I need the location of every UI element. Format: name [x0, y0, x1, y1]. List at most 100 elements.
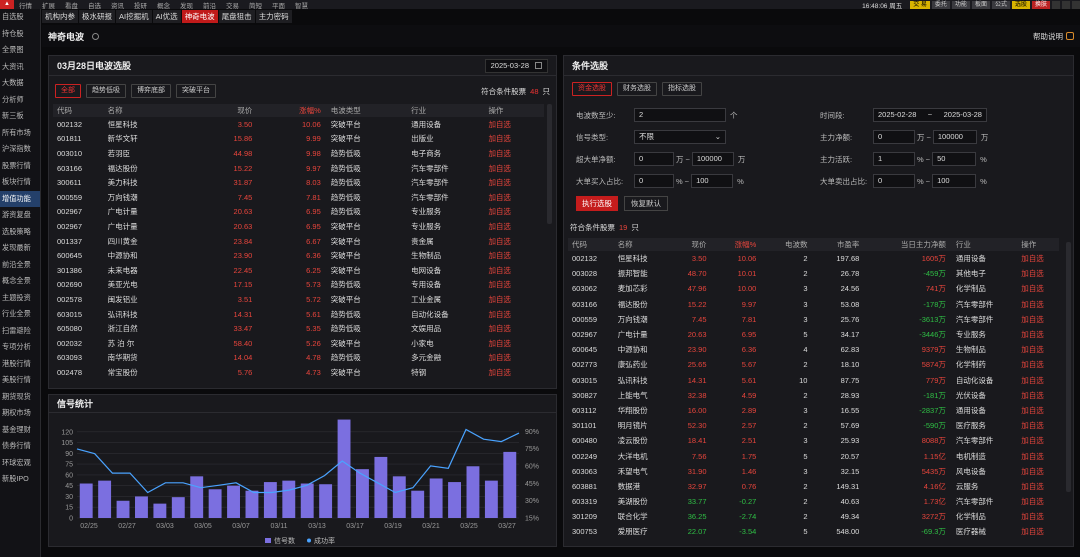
execute-button[interactable]: 执行选股: [576, 196, 618, 211]
add-watchlist-link[interactable]: 加自选: [1017, 479, 1059, 494]
tab-item[interactable]: AI挖掘机: [116, 10, 152, 23]
add-watchlist-link[interactable]: 加自选: [1017, 388, 1059, 403]
table-row[interactable]: 300753 爱朋医疗 22.07 -3.54 5 548.00 -69.3万 医疗器械 加自选: [568, 524, 1059, 539]
nav-item[interactable]: 大数据: [0, 75, 40, 92]
tab-item[interactable]: 主力密码: [255, 10, 292, 23]
column-header[interactable]: 名称: [613, 238, 668, 251]
nav-item[interactable]: 自选股: [0, 9, 40, 26]
nav-item[interactable]: 债券行情: [0, 438, 40, 455]
table-row[interactable]: 603015 弘讯科技 14.31 5.61 10 87.75 779万 自动化设备 加自选: [568, 373, 1059, 388]
table-row[interactable]: 003010 若羽臣 44.98 9.98 趋势低吸 电子商务 加自选: [53, 146, 544, 161]
add-watchlist-link[interactable]: 加自选: [1017, 448, 1059, 463]
add-watchlist-link[interactable]: 加自选: [1017, 494, 1059, 509]
tab-item[interactable]: 神奇电波: [181, 10, 218, 23]
big-buy-from[interactable]: 0: [634, 174, 674, 188]
add-watchlist-link[interactable]: 加自选: [484, 336, 544, 351]
add-watchlist-link[interactable]: 加自选: [1017, 357, 1059, 372]
table-row[interactable]: 605080 浙江自然 33.47 5.35 趋势低吸 文娱用品 加自选: [53, 321, 544, 336]
add-watchlist-link[interactable]: 加自选: [1017, 464, 1059, 479]
table-row[interactable]: 301209 联合化学 36.25 -2.74 2 49.34 3272万 化学制品 加自选: [568, 509, 1059, 524]
super-net-to[interactable]: 100000: [691, 152, 734, 166]
table-row[interactable]: 603093 南华期货 14.04 4.78 趋势低吸 多元金融 加自选: [53, 351, 544, 366]
column-header[interactable]: 现价: [667, 238, 713, 251]
column-header[interactable]: 行业: [951, 238, 1018, 251]
nav-item[interactable]: 增值功能: [0, 190, 40, 207]
nav-item[interactable]: 专项分析: [0, 339, 40, 356]
table-row[interactable]: 600645 中源协和 23.90 6.36 4 62.83 9379万 生物制品 加自选: [568, 342, 1059, 357]
toolbar-button[interactable]: 公式: [991, 0, 1010, 9]
minimize-icon[interactable]: [1052, 0, 1060, 9]
column-header[interactable]: 涨幅%: [258, 104, 327, 117]
condition-tab[interactable]: 资金选股: [572, 82, 612, 96]
table-row[interactable]: 603063 禾望电气 31.90 1.46 3 32.15 5435万 风电设备 加自选: [568, 464, 1059, 479]
min-count-input[interactable]: 2: [634, 108, 726, 122]
column-header[interactable]: 电波类型: [326, 104, 408, 117]
table-row[interactable]: 002967 广电计量 20.63 6.95 突破平台 专业服务 加自选: [53, 219, 544, 234]
table-row[interactable]: 003028 振邦智能 48.70 10.01 2 26.78 -459万 其他电子 加自选: [568, 266, 1059, 281]
table-row[interactable]: 002690 美亚光电 17.15 5.73 趋势低吸 专用设备 加自选: [53, 278, 544, 293]
table-row[interactable]: 000559 万向钱潮 7.45 7.81 3 25.76 -3613万 汽车零部件 加自选: [568, 312, 1059, 327]
menu-item[interactable]: 简短: [244, 0, 267, 10]
tab-item[interactable]: 尾盘狙击: [218, 10, 255, 23]
tab-item[interactable]: AI优选: [152, 10, 181, 23]
menu-item[interactable]: 自选: [83, 0, 106, 10]
filter-button[interactable]: 博弈底部: [131, 84, 171, 98]
nav-item[interactable]: 期货现货: [0, 389, 40, 406]
toolbar-button[interactable]: 换肤: [1031, 0, 1050, 9]
super-net-from[interactable]: 0: [634, 152, 674, 166]
table-row[interactable]: 601811 新华文轩 15.86 9.99 突破平台 出版业 加自选: [53, 132, 544, 147]
table-row[interactable]: 603062 麦加芯彩 47.96 10.00 3 24.56 741万 化学制品 加自选: [568, 281, 1059, 296]
menu-item[interactable]: 资讯: [106, 0, 129, 10]
column-header[interactable]: 操作: [1017, 238, 1059, 251]
condition-tab[interactable]: 财务选股: [617, 82, 657, 96]
column-header[interactable]: 电波数: [762, 238, 814, 251]
column-header[interactable]: 名称: [103, 104, 199, 117]
nav-item[interactable]: 大资讯: [0, 59, 40, 76]
table-row[interactable]: 300827 上能电气 32.38 4.59 2 28.93 -181万 光伏设备 加自选: [568, 388, 1059, 403]
toolbar-button[interactable]: 功能: [951, 0, 970, 9]
active-to[interactable]: 50: [932, 152, 977, 166]
nav-item[interactable]: 扫雷避险: [0, 323, 40, 340]
column-header[interactable]: 行业: [407, 104, 485, 117]
big-sell-to[interactable]: 100: [932, 174, 977, 188]
nav-item[interactable]: 基金理财: [0, 422, 40, 439]
nav-item[interactable]: 全景图: [0, 42, 40, 59]
table-row[interactable]: 301386 未来电器 22.45 6.25 突破平台 电网设备 加自选: [53, 263, 544, 278]
nav-item[interactable]: 板块行情: [0, 174, 40, 191]
add-watchlist-link[interactable]: 加自选: [1017, 524, 1059, 539]
add-watchlist-link[interactable]: 加自选: [1017, 312, 1059, 327]
add-watchlist-link[interactable]: 加自选: [484, 234, 544, 249]
nav-item[interactable]: 新股IPO: [0, 471, 40, 488]
column-header[interactable]: 代码: [568, 238, 614, 251]
table-scrollbar[interactable]: [547, 104, 552, 224]
add-watchlist-link[interactable]: 加自选: [484, 307, 544, 322]
refresh-icon[interactable]: [92, 32, 100, 40]
add-watchlist-link[interactable]: 加自选: [1017, 403, 1059, 418]
nav-item[interactable]: 前沿全景: [0, 257, 40, 274]
menu-item[interactable]: 平面: [267, 0, 290, 10]
add-watchlist-link[interactable]: 加自选: [1017, 297, 1059, 312]
big-sell-from[interactable]: 0: [873, 174, 915, 188]
table-row[interactable]: 002249 大洋电机 7.56 1.75 5 20.57 1.15亿 电机制造 加自选: [568, 448, 1059, 463]
add-watchlist-link[interactable]: 加自选: [1017, 251, 1059, 266]
nav-item[interactable]: 沪深指数: [0, 141, 40, 158]
add-watchlist-link[interactable]: 加自选: [484, 351, 544, 366]
add-watchlist-link[interactable]: 加自选: [484, 219, 544, 234]
filter-button[interactable]: 突破平台: [176, 84, 216, 98]
main-net-to[interactable]: 100000: [932, 130, 977, 144]
reset-button[interactable]: 恢复默认: [624, 196, 668, 211]
column-header[interactable]: 现价: [198, 104, 259, 117]
add-watchlist-link[interactable]: 加自选: [484, 132, 544, 147]
table-row[interactable]: 603015 弘讯科技 14.31 5.61 趋势低吸 自动化设备 加自选: [53, 307, 544, 322]
maximize-icon[interactable]: [1062, 0, 1070, 9]
nav-item[interactable]: 美股行情: [0, 372, 40, 389]
add-watchlist-link[interactable]: 加自选: [1017, 327, 1059, 342]
table-row[interactable]: 002967 广电计量 20.63 6.95 趋势低吸 专业服务 加自选: [53, 205, 544, 220]
date-picker[interactable]: 2025-03-28: [484, 58, 548, 73]
add-watchlist-link[interactable]: 加自选: [484, 175, 544, 190]
table-row[interactable]: 603881 数据港 32.97 0.76 2 149.31 4.16亿 云服务 加自选: [568, 479, 1059, 494]
add-watchlist-link[interactable]: 加自选: [484, 263, 544, 278]
table-row[interactable]: 001337 四川黄金 23.84 6.67 突破平台 贵金属 加自选: [53, 234, 544, 249]
column-header[interactable]: 代码: [53, 104, 104, 117]
menu-item[interactable]: 前沿: [198, 0, 221, 10]
